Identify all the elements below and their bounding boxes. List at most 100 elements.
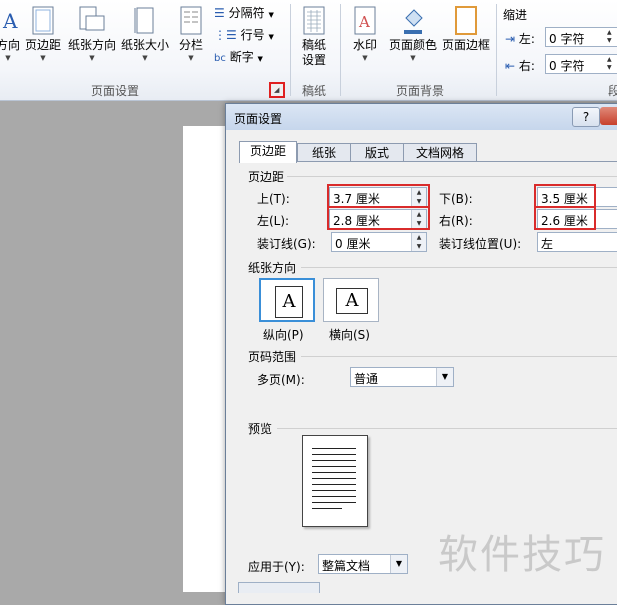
hyphenation-button[interactable]: bc 断字 ▼ bbox=[214, 48, 263, 65]
indent-right-value: 0 字符 bbox=[549, 59, 585, 73]
preview-line bbox=[312, 508, 342, 509]
draft-group-label: 稿纸 bbox=[301, 84, 326, 98]
gutter-value: 0 厘米 bbox=[335, 237, 371, 251]
watermark-icon: A bbox=[354, 6, 376, 35]
columns-label: 分栏 bbox=[178, 38, 203, 52]
indent-group-title: 缩进 bbox=[503, 8, 528, 22]
text-direction-icon: A bbox=[2, 9, 18, 33]
apply-to-value: 整篇文档 bbox=[322, 559, 371, 573]
columns-button[interactable]: 分栏 ▼ bbox=[173, 6, 209, 63]
ribbon: A 方向 ▼ 页边距 ▼ 纸张方向 ▼ 纸张大小 ▼ 分栏 ▼ ☰ 分隔符 ▼ … bbox=[0, 0, 617, 101]
gutter-position-label: 装订线位置(U): bbox=[439, 237, 522, 251]
indent-left-label: 左: bbox=[518, 32, 535, 46]
indent-left-value: 0 字符 bbox=[549, 32, 585, 46]
caret-icon: ▼ bbox=[268, 33, 274, 41]
indent-right-spinner[interactable]: 0 字符 ▲ ▼ bbox=[545, 54, 617, 74]
preview-line bbox=[312, 454, 356, 455]
page-color-label: 页面颜色 bbox=[388, 38, 437, 52]
group-separator bbox=[496, 4, 497, 96]
page-color-button[interactable]: 页面颜色 ▼ bbox=[388, 6, 438, 63]
gutter-position-select[interactable]: 左 bbox=[537, 232, 617, 252]
draft-settings-button[interactable]: 稿纸 设置 bbox=[296, 6, 332, 68]
bottom-margin-label: 下(B): bbox=[439, 192, 473, 206]
caret-icon: ▼ bbox=[268, 11, 274, 19]
watermark-button[interactable]: A 水印 ▼ bbox=[346, 6, 384, 63]
left-margin-label: 左(L): bbox=[257, 214, 290, 228]
portrait-page-icon: A bbox=[275, 286, 303, 318]
margins-button[interactable]: 页边距 ▼ bbox=[22, 6, 64, 63]
orientation-label: 方向 bbox=[0, 38, 20, 52]
preview-page bbox=[302, 435, 368, 527]
section-divider bbox=[277, 428, 617, 429]
top-margin-label: 上(T): bbox=[257, 192, 290, 206]
line-numbers-label: 行号 bbox=[240, 28, 265, 42]
caret-icon: ▼ bbox=[89, 54, 95, 62]
indent-left-spinner[interactable]: 0 字符 ▲ ▼ bbox=[545, 27, 617, 47]
tab-layout[interactable]: 版式 bbox=[350, 143, 404, 162]
preview-line bbox=[312, 466, 356, 467]
paragraph-group-label: 段 bbox=[608, 84, 617, 98]
caret-icon: ▼ bbox=[257, 55, 263, 63]
draft-label-1: 稿纸 bbox=[301, 38, 326, 52]
margins-icon bbox=[32, 6, 54, 35]
breaks-button[interactable]: ☰ 分隔符 ▼ bbox=[214, 4, 274, 21]
indent-left-icon: ⇥ bbox=[505, 32, 516, 46]
page-background-group-label: 页面背景 bbox=[395, 84, 444, 98]
preview-line bbox=[312, 460, 356, 461]
landscape-label[interactable]: 横向(S) bbox=[329, 326, 370, 343]
spinner-arrows-icon[interactable]: ▲ ▼ bbox=[607, 56, 617, 72]
paper-orientation-icon bbox=[79, 6, 105, 31]
right-margin-label: 右(R): bbox=[439, 214, 473, 228]
apply-to-select[interactable]: 整篇文档 ▼ bbox=[318, 554, 408, 574]
svg-text:A: A bbox=[2, 9, 18, 33]
caret-icon: ▼ bbox=[142, 54, 148, 62]
group-separator bbox=[290, 4, 291, 96]
line-numbers-button[interactable]: ⋮☰ 行号 ▼ bbox=[214, 26, 274, 43]
hyphenation-label: 断字 bbox=[229, 50, 254, 64]
chevron-down-icon[interactable]: ▼ bbox=[436, 368, 453, 386]
help-button[interactable]: ? bbox=[572, 107, 600, 127]
section-divider bbox=[301, 356, 617, 357]
caret-icon: ▼ bbox=[410, 54, 416, 62]
tab-document-grid[interactable]: 文档网格 bbox=[403, 143, 477, 162]
preview-line bbox=[312, 478, 356, 479]
set-default-button-partial[interactable] bbox=[238, 582, 320, 593]
portrait-label[interactable]: 纵向(P) bbox=[263, 326, 304, 343]
landscape-option[interactable]: A bbox=[323, 278, 379, 322]
gutter-field[interactable]: 0 厘米 ▲ ▼ bbox=[331, 232, 427, 252]
dialog-title: 页面设置 bbox=[234, 112, 283, 126]
top-margin-highlight bbox=[327, 184, 430, 208]
tab-paper[interactable]: 纸张 bbox=[297, 143, 351, 162]
paper-orientation-button[interactable]: 纸张方向 ▼ bbox=[66, 6, 118, 63]
indent-right-icon: ⇤ bbox=[505, 59, 516, 73]
paper-orientation-label: 纸张方向 bbox=[67, 38, 116, 52]
multiple-pages-label: 多页(M): bbox=[257, 373, 305, 387]
dialog-titlebar[interactable]: 页面设置 ? bbox=[226, 104, 617, 130]
page-borders-button[interactable]: 页面边框 bbox=[440, 6, 492, 53]
gutter-position-value: 左 bbox=[541, 237, 554, 251]
orientation-partial-button[interactable]: A 方向 ▼ bbox=[0, 6, 22, 63]
watermark-text: 软件技巧 bbox=[438, 532, 606, 578]
tab-margins[interactable]: 页边距 bbox=[239, 141, 297, 163]
portrait-option[interactable]: A bbox=[259, 278, 315, 322]
page-setup-launcher-button[interactable]: ◢ bbox=[269, 82, 285, 98]
section-divider bbox=[287, 176, 617, 177]
caret-icon: ▼ bbox=[5, 54, 11, 62]
multiple-pages-select[interactable]: 普通 ▼ bbox=[350, 367, 454, 387]
breaks-icon: ☰ bbox=[214, 6, 225, 20]
indent-right-row: ⇤ 右: bbox=[505, 57, 535, 74]
paper-size-icon bbox=[134, 7, 154, 34]
bottom-margin-highlight bbox=[534, 184, 596, 208]
close-button[interactable] bbox=[600, 107, 617, 125]
apply-to-label: 应用于(Y): bbox=[248, 560, 305, 574]
right-margin-highlight bbox=[534, 206, 596, 230]
columns-icon bbox=[180, 6, 202, 35]
paper-size-button[interactable]: 纸张大小 ▼ bbox=[119, 6, 171, 63]
spinner-arrows-icon[interactable]: ▲ ▼ bbox=[607, 29, 617, 45]
watermark-label: 水印 bbox=[352, 38, 377, 52]
page-borders-icon bbox=[455, 6, 477, 35]
spinner-arrows-icon[interactable]: ▲ ▼ bbox=[411, 233, 426, 251]
svg-text:A: A bbox=[358, 13, 370, 31]
chevron-down-icon[interactable]: ▼ bbox=[390, 555, 407, 573]
left-margin-highlight bbox=[327, 206, 430, 230]
